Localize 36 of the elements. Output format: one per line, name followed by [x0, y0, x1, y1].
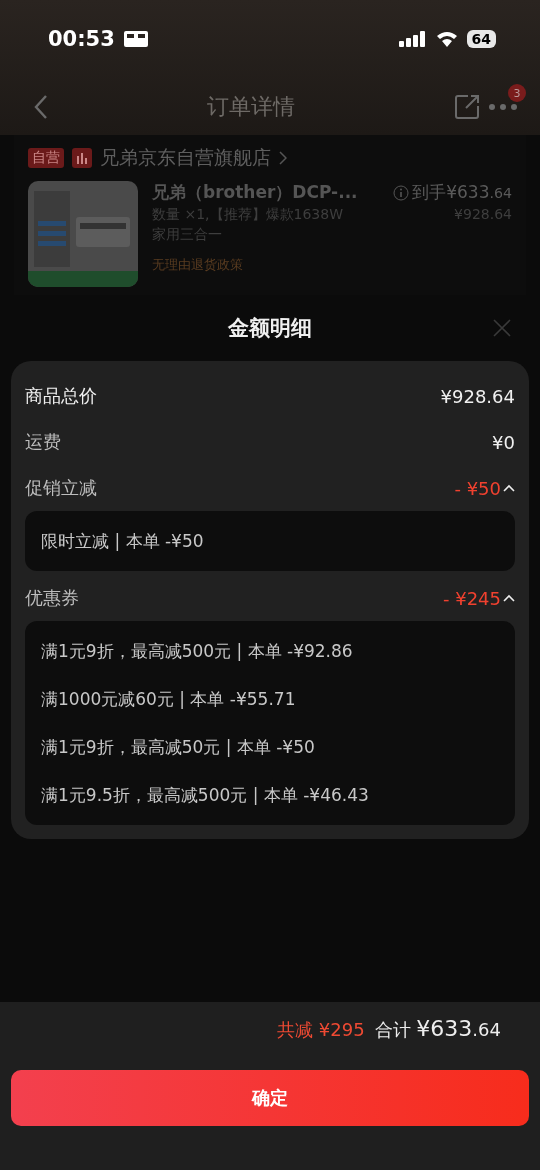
- amount-value: ¥928.64: [440, 385, 515, 407]
- notification-badge: 3: [508, 84, 526, 102]
- discount-item: 满1000元减60元 | 本单 -¥55.71: [41, 687, 297, 711]
- amount-label: 商品总价: [25, 384, 97, 408]
- status-time: 00:53: [48, 27, 115, 51]
- chevron-up-icon[interactable]: [503, 484, 515, 492]
- return-policy: 无理由退货政策: [152, 256, 244, 274]
- discount-item: 满1元9.5折，最高减500元 | 本单 -¥46.43: [41, 783, 370, 807]
- amount-label: 促销立减: [25, 476, 97, 500]
- signal-icon: [398, 30, 427, 48]
- discount-item: 满1元9折，最高减50元 | 本单 -¥50: [41, 735, 316, 759]
- share-icon[interactable]: [454, 93, 480, 120]
- battery-level: 64: [466, 30, 496, 48]
- store-name[interactable]: 兄弟京东自营旗舰店: [100, 145, 271, 171]
- total-amount: 合计 ¥633.64: [374, 1016, 501, 1042]
- discount-value: - ¥245: [442, 587, 501, 609]
- chevron-up-icon[interactable]: [503, 594, 515, 602]
- amount-value: ¥0: [492, 431, 515, 453]
- total-saved: 共减 ¥295: [277, 1018, 365, 1042]
- sheet-title: 金额明细: [228, 315, 312, 342]
- store-tag: 自营: [28, 148, 64, 168]
- discount-item: 满1元9折，最高减500元 | 本单 -¥92.86: [41, 639, 354, 663]
- discount-value: - ¥50: [454, 477, 501, 499]
- chart-icon: [72, 148, 92, 168]
- page-title: 订单详情: [207, 92, 295, 121]
- amount-label: 优惠券: [25, 586, 79, 610]
- more-icon[interactable]: [488, 102, 518, 111]
- info-icon: [393, 184, 410, 201]
- chevron-right-icon: [279, 151, 287, 165]
- amount-label: 运费: [25, 430, 61, 454]
- back-icon[interactable]: [34, 93, 48, 120]
- confirm-button[interactable]: 确定: [11, 1070, 529, 1126]
- final-price: 到手¥633.64: [412, 181, 512, 204]
- close-icon[interactable]: [493, 319, 511, 337]
- product-title: 兄弟（brother）DCP-...: [152, 181, 358, 204]
- discount-item: 限时立减 | 本单 -¥50: [41, 529, 205, 553]
